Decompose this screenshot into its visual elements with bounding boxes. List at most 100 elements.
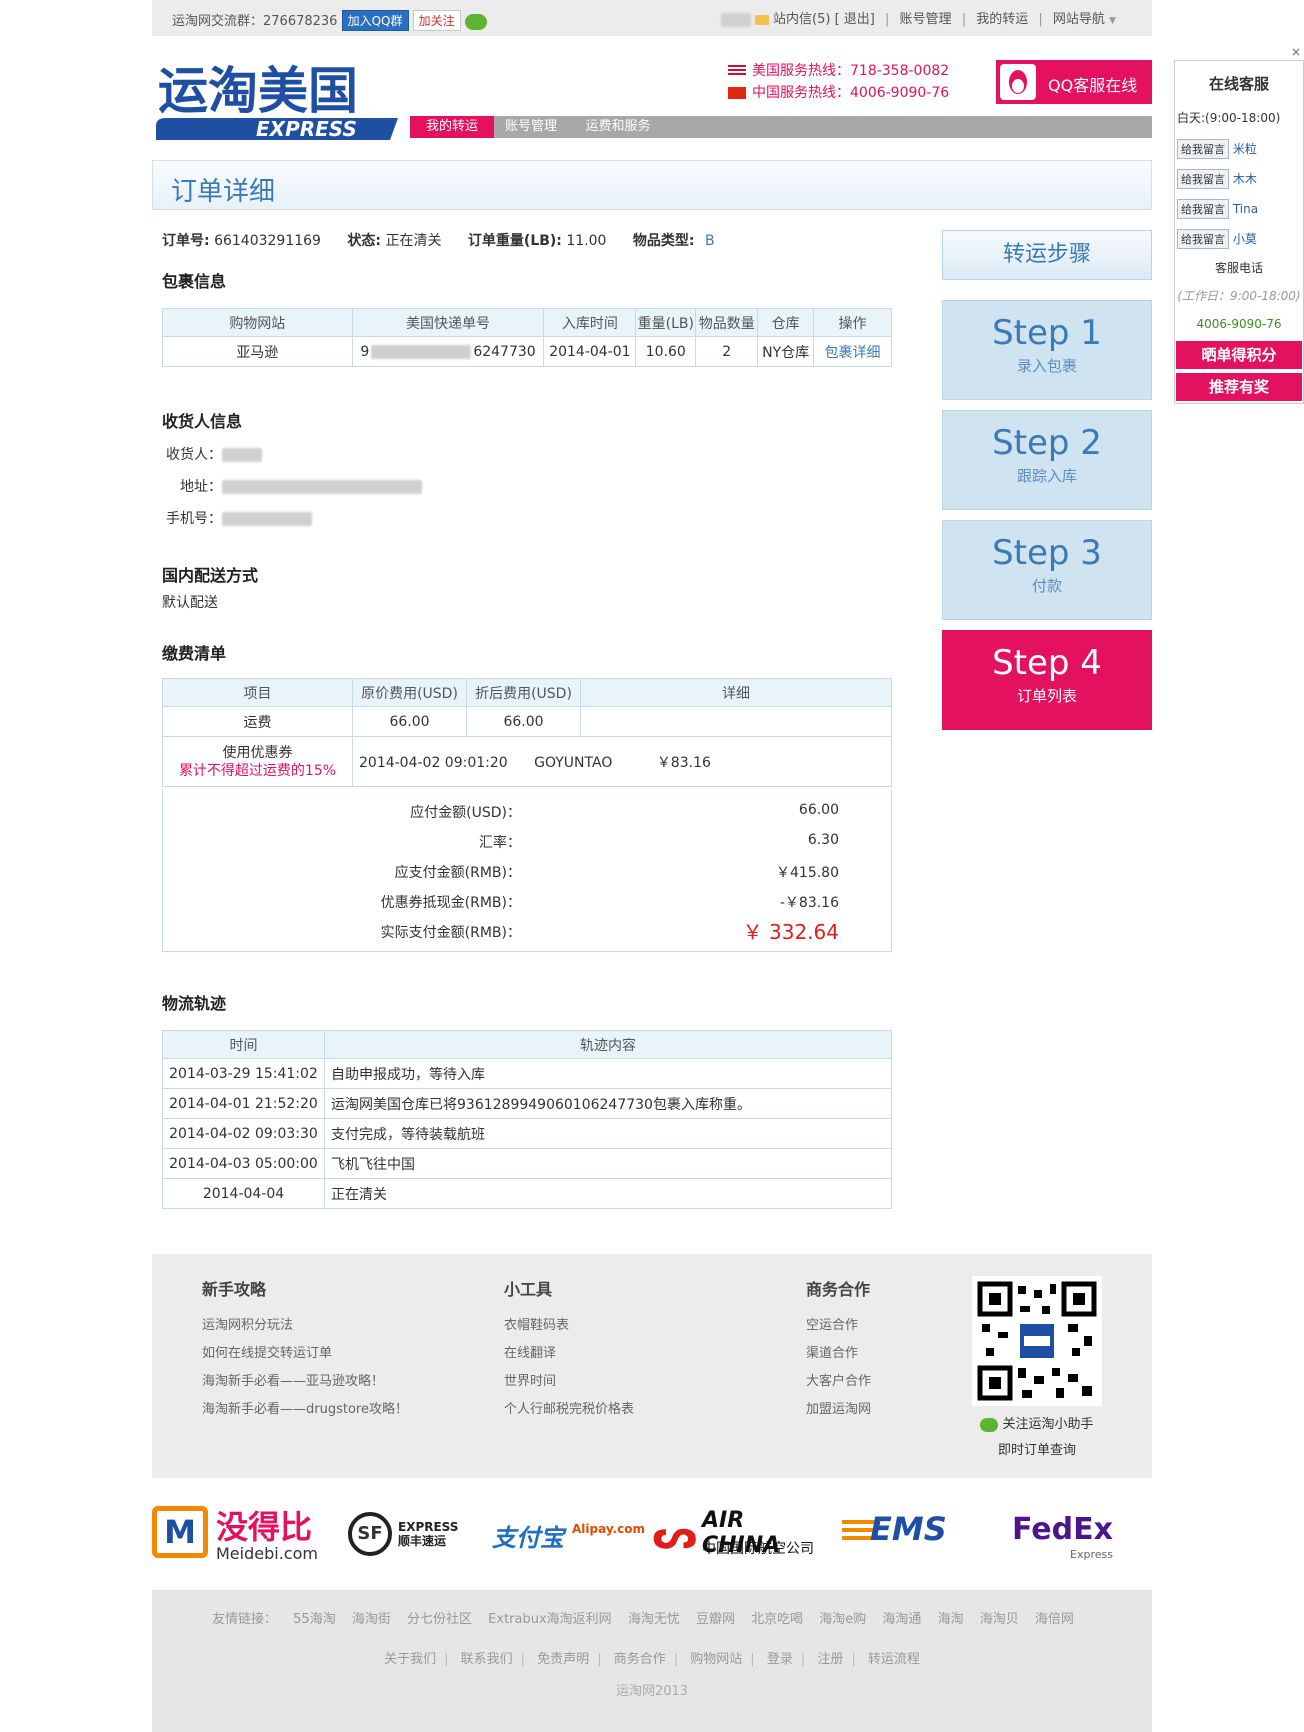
kefu-agent[interactable]: 给我留言 小莫 [1177, 229, 1257, 249]
kefu-agent[interactable]: 给我留言 Tina [1177, 199, 1258, 219]
table-row: 运费 66.00 66.00 [162, 706, 892, 737]
follow-weibo-button[interactable]: 加关注 [412, 10, 461, 31]
footer-link[interactable]: 世界时间 [504, 1368, 634, 1396]
package-detail-link[interactable]: 包裹详细 [813, 336, 892, 367]
footer-link[interactable]: 海淘新手必看——drugstore攻略！ [202, 1396, 408, 1424]
step-2-button[interactable]: Step 2 跟踪入库 [942, 410, 1152, 510]
referral-button[interactable]: 推荐有奖 [1176, 373, 1302, 401]
friend-link[interactable]: 海淘街 [352, 1612, 391, 1627]
fees-table: 项目 原价费用(USD) 折后费用(USD) 详细 运费 66.00 66.00… [162, 678, 892, 787]
order-no: 661403291169 [214, 233, 321, 249]
table-row: 2014-04-02 09:03:30 支付完成，等待装载航班 [162, 1118, 892, 1149]
footer-link[interactable]: 空运合作 [806, 1312, 871, 1340]
total-paid: ￥ 332.64 [742, 920, 839, 944]
messages-link[interactable]: 站内信(5) [773, 12, 830, 27]
kefu-phone: 4006-9090-76 [1196, 317, 1282, 331]
wechat-icon [980, 1417, 999, 1432]
alipay-logo[interactable]: 支付宝 Alipay.com [492, 1500, 645, 1570]
air-china-logo[interactable]: ᔕ AIR CHINA 中国国际航空公司 [652, 1500, 822, 1570]
footer-link[interactable]: 海淘新手必看——亚马逊攻略！ [202, 1368, 408, 1396]
receiver-name: 收货人： [166, 444, 262, 464]
join-qq-button[interactable]: 加入QQ群 [341, 10, 409, 31]
kefu-phone-title: 客服电话 [1214, 261, 1263, 275]
site-logo[interactable]: 运淘美国 EXPRESS [152, 48, 402, 142]
friend-link[interactable]: 海淘e购 [819, 1612, 866, 1627]
bottom-link[interactable]: 转运流程 [868, 1652, 920, 1667]
bottom-link[interactable]: 关于我们 [384, 1652, 436, 1667]
friend-links: 友情链接： 55海淘 海淘街 分七份社区 Extrabux海淘返利网 海淘无忧 … [152, 1590, 1152, 1732]
coupon-note: 累计不得超过运费的15% [178, 762, 337, 779]
step-3-button[interactable]: Step 3 付款 [942, 520, 1152, 620]
table-row: 2014-04-03 05:00:00 飞机飞往中国 [162, 1148, 892, 1179]
step-4-button[interactable]: Step 4 订单列表 [942, 630, 1152, 730]
site-nav-link[interactable]: 网站导航 [1053, 12, 1105, 27]
footer-link[interactable]: 在线翻译 [504, 1340, 634, 1368]
fedex-logo[interactable]: FedEx Express [1012, 1500, 1122, 1570]
footer-link[interactable]: 大客户合作 [806, 1368, 871, 1396]
steps-title: 转运步骤 [942, 230, 1152, 280]
footer-link[interactable]: 如何在线提交转运订单 [202, 1340, 408, 1368]
username-blurred [720, 12, 751, 27]
friend-link[interactable]: 分七份社区 [407, 1612, 472, 1627]
col-qty: 物品数量 [695, 308, 759, 337]
bottom-link[interactable]: 联系我们 [461, 1652, 513, 1667]
my-forward-link[interactable]: 我的转运 [976, 12, 1028, 27]
kefu-agent[interactable]: 给我留言 木木 [1177, 169, 1257, 189]
bottom-link[interactable]: 注册 [817, 1652, 843, 1667]
online-service-panel: × 在线客服 白天:(9:00-18:00) 给我留言 米粒 给我留言 木木 给… [1174, 45, 1304, 404]
close-icon[interactable]: × [1291, 45, 1301, 59]
page-title: 订单详细 [171, 177, 276, 207]
delivery-method: 默认配送 [162, 595, 218, 611]
share-points-button[interactable]: 晒单得积分 [1176, 341, 1302, 369]
friend-link[interactable]: Extrabux海淘返利网 [488, 1612, 612, 1627]
bottom-link[interactable]: 购物网站 [690, 1652, 742, 1667]
logistics-section-title: 物流轨迹 [162, 994, 227, 1013]
order-meta: 订单号: 661403291169 状态: 正在清关 订单重量(LB): 11.… [162, 230, 715, 250]
col-weight: 重量(LB) [635, 308, 697, 337]
tracking-blurred [371, 344, 472, 359]
bottom-link[interactable]: 免责声明 [537, 1652, 589, 1667]
ems-logo[interactable]: EMS [842, 1500, 962, 1570]
nav-tab-account[interactable]: 账号管理 [494, 116, 568, 138]
footer-link[interactable]: 渠道合作 [806, 1340, 871, 1368]
col-date: 入库时间 [543, 308, 637, 337]
package-table: 购物网站 美国快递单号 入库时间 重量(LB) 物品数量 仓库 操作 亚马逊 9… [162, 308, 892, 367]
order-weight: 11.00 [566, 233, 607, 249]
friend-link[interactable]: 海淘贝 [980, 1612, 1019, 1627]
footer-link[interactable]: 衣帽鞋码表 [504, 1312, 634, 1340]
copyright: 运淘网2013 [615, 1684, 689, 1699]
friend-link[interactable]: 海倍网 [1035, 1612, 1074, 1627]
receiver-section-title: 收货人信息 [162, 412, 243, 431]
friend-link[interactable]: 海淘通 [882, 1612, 921, 1627]
friend-link[interactable]: 55海淘 [293, 1612, 336, 1627]
type-label: 物品类型: [632, 233, 695, 249]
sf-express-logo[interactable]: SF EXPRESS 顺丰速运 [348, 1500, 458, 1570]
fee-summary: 应付金额(USD)： 66.00 汇率： 6.30 应支付金额(RMB)： ￥415.… [162, 790, 892, 952]
table-row: 2014-03-29 15:41:02 自助申报成功，等待入库 [162, 1058, 892, 1089]
nav-tab-fees[interactable]: 运费和服务 [568, 116, 668, 138]
us-flag-icon [728, 65, 746, 77]
qr-code [972, 1276, 1102, 1406]
logout-link[interactable]: [ 退出] [835, 12, 875, 27]
nav-tab-my-forward[interactable]: 我的转运 [410, 116, 494, 138]
hotlines: 美国服务热线：718-358-0082 中国服务热线：4006-9090-76 [728, 60, 949, 104]
friend-link[interactable]: 豆瓣网 [696, 1612, 735, 1627]
friend-link[interactable]: 海淘无忧 [628, 1612, 680, 1627]
footer-link[interactable]: 运淘网积分玩法 [202, 1312, 408, 1340]
bottom-link[interactable]: 登录 [767, 1652, 793, 1667]
weight-label: 订单重量(LB): [467, 233, 562, 249]
footer-link[interactable]: 加盟运淘网 [806, 1396, 871, 1424]
friend-link[interactable]: 海淘 [938, 1612, 964, 1627]
order-type: B [704, 233, 715, 249]
bottom-link[interactable]: 商务合作 [614, 1652, 666, 1667]
wechat-icon[interactable] [464, 13, 487, 30]
account-link[interactable]: 账号管理 [900, 12, 952, 27]
meidebi-logo[interactable]: M 没得比 Meidebi.com [152, 1500, 322, 1570]
friend-links-row: 友情链接： 55海淘 海淘街 分七份社区 Extrabux海淘返利网 海淘无忧 … [212, 1612, 1074, 1627]
kefu-agent[interactable]: 给我留言 米粒 [1177, 139, 1257, 159]
friend-link[interactable]: 北京吃喝 [751, 1612, 803, 1627]
footer-link[interactable]: 个人行邮税完税价格表 [504, 1396, 634, 1424]
partner-logos: M 没得比 Meidebi.com SF EXPRESS 顺丰速运 支付宝 Al… [152, 1490, 1152, 1580]
step-1-button[interactable]: Step 1 录入包裹 [942, 300, 1152, 400]
qq-service-button[interactable]: QQ客服在线 [996, 60, 1152, 104]
